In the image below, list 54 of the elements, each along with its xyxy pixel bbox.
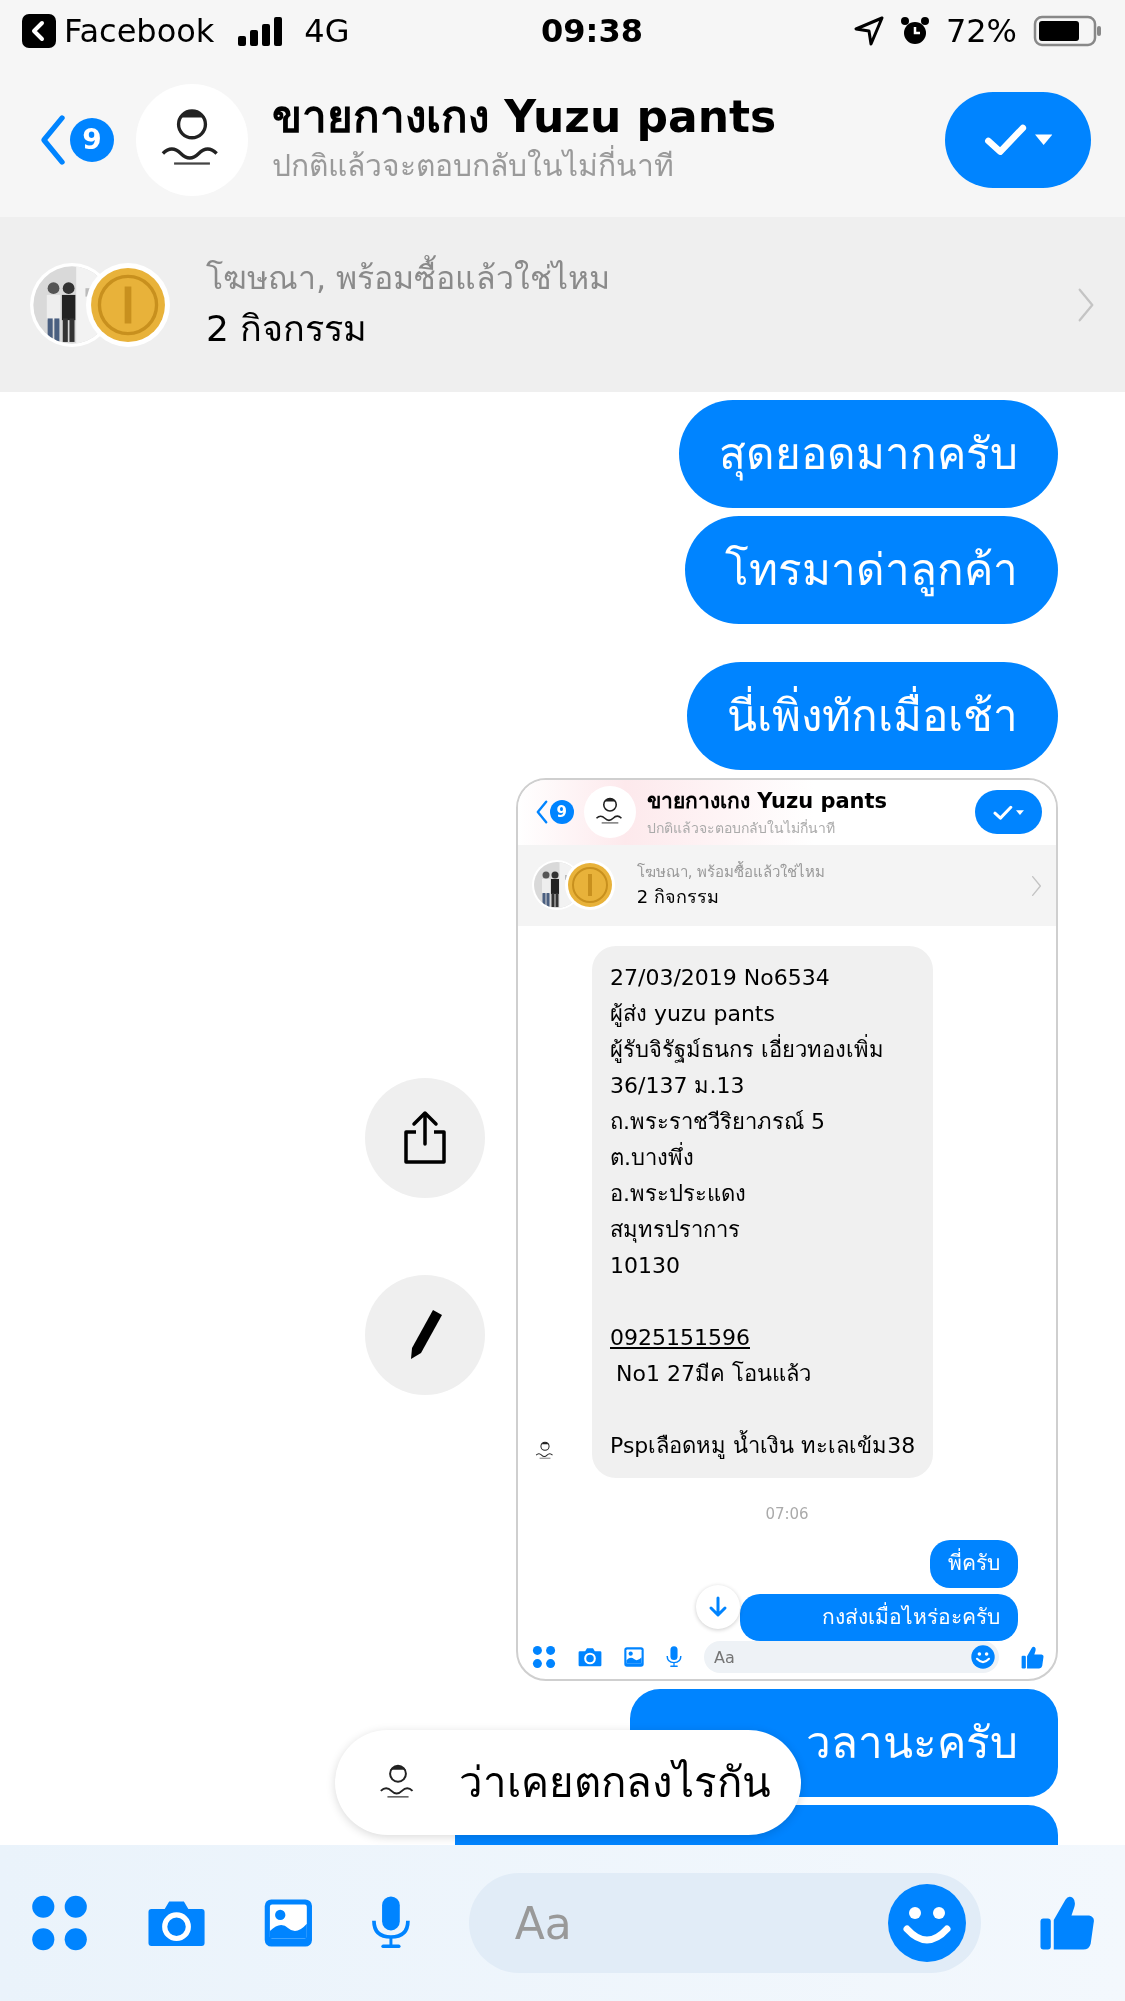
activity-count[interactable]: 2 กิจกรรม: [636, 883, 826, 911]
chat-status: ปกติแล้วจะตอบกลับในไม่กี่นาที: [272, 143, 777, 189]
chat-title: ขายกางเกง Yuzu pants: [646, 788, 888, 816]
message-line: ถ.พระราชวีริยาภรณ์ 5: [610, 1108, 826, 1136]
clock: 09:38: [540, 11, 644, 52]
network-label: 4G: [304, 11, 350, 52]
caret-icon: [1016, 809, 1025, 815]
apps-icon[interactable]: [532, 1645, 556, 1669]
chat-title: ขายกางเกง Yuzu pants: [272, 90, 777, 144]
alarm-icon: [899, 16, 930, 46]
arrow-down-icon: [708, 1596, 728, 1618]
microphone-icon[interactable]: [666, 1646, 682, 1668]
caret-icon: [1034, 133, 1053, 146]
message-line: Pspเลือดหมู น้ำเงิน ทะเลเข้ม38: [610, 1428, 916, 1464]
coin-icon: [565, 860, 616, 911]
message-line: No1 27มีค โอนแล้ว: [615, 1360, 812, 1388]
phone-link[interactable]: 0925151596: [610, 1325, 750, 1350]
emoji-icon[interactable]: [971, 1645, 995, 1669]
activity-count[interactable]: 2 กิจกรรม: [206, 301, 611, 356]
camera-icon[interactable]: [578, 1647, 602, 1667]
message-line: 27/03/2019 No6534: [610, 964, 831, 992]
scroll-down-button[interactable]: [696, 1585, 740, 1629]
unread-count-badge: 9: [70, 117, 114, 162]
message-line: 10130: [610, 1252, 681, 1280]
back-icon[interactable]: [22, 14, 56, 48]
message-field[interactable]: Aa: [468, 1873, 981, 1973]
timestamp: 07:06: [765, 1505, 809, 1523]
message-line: ผู้รับจิรัฐม์ธนกร เอี่ยวทองเพิ่ม: [610, 1032, 916, 1068]
coin-icon: [86, 262, 170, 347]
message-bubble: กงส่งเมื่อไหร่อะครับ: [740, 1593, 1018, 1641]
message-line: ผู้ส่ง yuzu pants: [610, 1000, 776, 1029]
back-app-label[interactable]: Facebook: [64, 7, 215, 55]
message-line: 36/137 ม.13: [610, 1072, 746, 1100]
logo-icon: [583, 786, 636, 839]
battery-label: 72%: [945, 11, 1017, 52]
check-icon: [983, 122, 1027, 157]
logo-icon: [136, 83, 248, 196]
message-bubble: พี่ครับ: [930, 1540, 1018, 1588]
message-bubble: โทรมาด่าลูกค้า: [685, 516, 1058, 624]
message-line: สมุทรปราการ: [610, 1216, 741, 1245]
location-icon: [853, 16, 884, 46]
message-field[interactable]: Aa: [704, 1641, 999, 1673]
emoji-icon[interactable]: [886, 1883, 967, 1963]
action-menu-button[interactable]: [975, 790, 1042, 835]
message-bubble: นี่เพิ่งทักเมื่อเช้า: [687, 662, 1058, 770]
battery-icon: [1033, 15, 1103, 47]
chat-status: ปกติแล้วจะตอบกลับในไม่กี่นาที: [646, 818, 836, 838]
unread-count-badge: 9: [549, 800, 574, 825]
image-icon[interactable]: [624, 1647, 644, 1667]
like-icon[interactable]: [1021, 1645, 1044, 1669]
check-icon: [992, 804, 1013, 821]
message-line: อ.พระประแดง: [610, 1180, 747, 1208]
message-line: ต.บางพึ่ง: [610, 1140, 916, 1176]
message-bubble: สุดยอดมากครับ: [679, 400, 1058, 508]
